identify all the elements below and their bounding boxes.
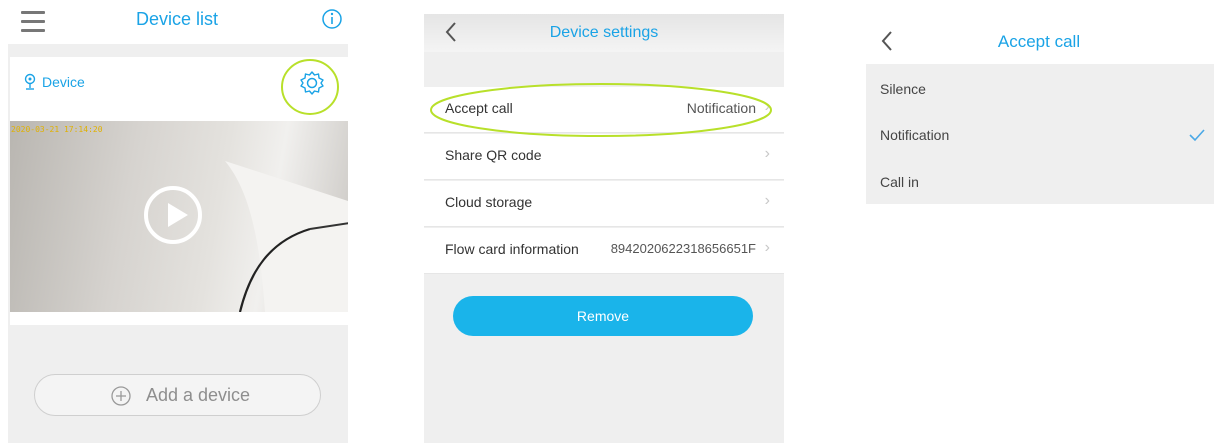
row-label: Share QR code [445, 147, 542, 163]
accept-call-highlight [430, 83, 772, 137]
option-silence[interactable]: Silence [880, 81, 926, 97]
settings-row-flow-card[interactable]: Flow card information 894202062231865665… [424, 228, 784, 274]
chevron-right-icon: › [764, 145, 770, 162]
back-chevron-icon[interactable] [444, 21, 458, 43]
device-name: Device [42, 74, 85, 90]
settings-row-cloud-storage[interactable]: Cloud storage › [424, 181, 784, 227]
add-device-label: Add a device [146, 385, 251, 405]
chevron-right-icon: › [764, 192, 770, 209]
plus-circle-icon [111, 386, 131, 406]
page-title: Device settings [549, 24, 659, 41]
option-call-in[interactable]: Call in [880, 174, 919, 190]
gear-icon[interactable] [299, 70, 325, 96]
page-title: Accept call [997, 32, 1081, 51]
chevron-right-icon: › [764, 239, 770, 256]
row-value: 8942020622318656651F [610, 241, 756, 256]
option-notification[interactable]: Notification [880, 127, 949, 143]
camera-timestamp: 2020-03-21 17:14:20 [11, 125, 103, 134]
checkmark-icon [1189, 129, 1205, 142]
settings-row-share-qr[interactable]: Share QR code › [424, 134, 784, 180]
back-chevron-icon[interactable] [880, 30, 894, 52]
info-icon[interactable] [321, 8, 343, 30]
menu-icon[interactable] [21, 11, 45, 38]
location-pin-icon [24, 73, 36, 90]
play-icon[interactable] [144, 186, 202, 244]
page-title: Device list [135, 9, 219, 29]
row-label: Cloud storage [445, 194, 533, 210]
row-label: Flow card information [445, 241, 579, 257]
remove-button[interactable]: Remove [453, 296, 753, 336]
